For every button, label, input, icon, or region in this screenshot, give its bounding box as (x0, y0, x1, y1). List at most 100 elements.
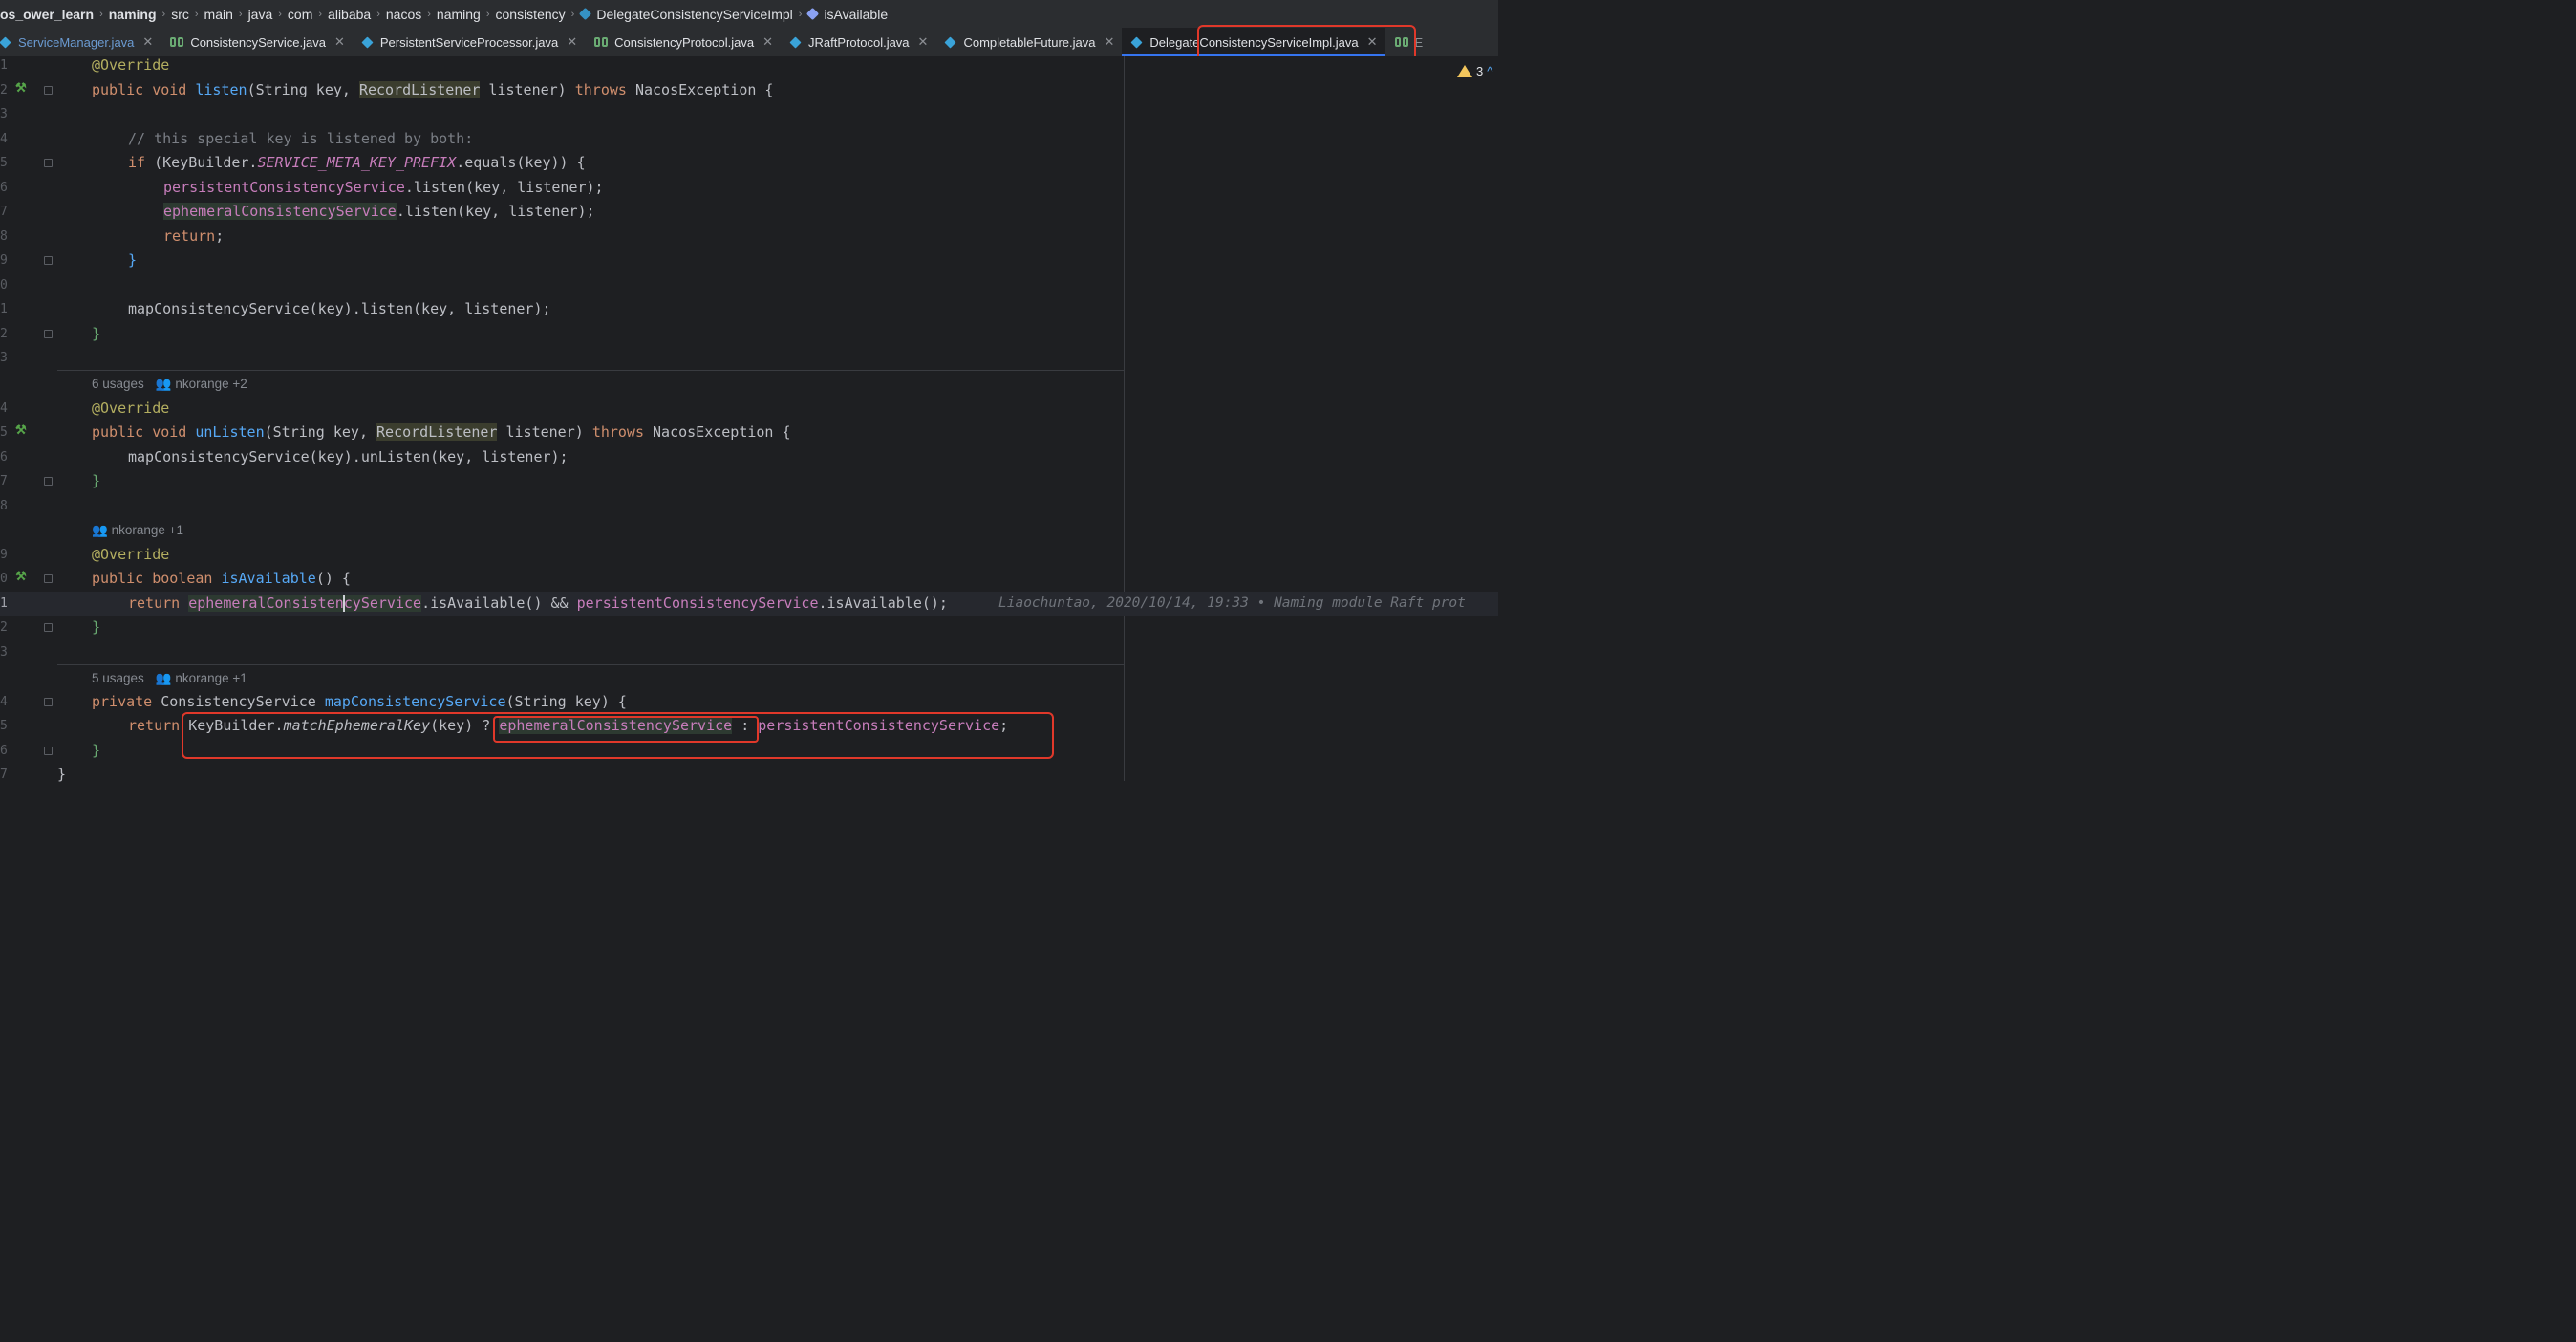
type-name: RecordListener (376, 423, 498, 441)
line-number: 7 (0, 768, 8, 782)
code-line: 6 mapConsistencyService(key).unListen(ke… (0, 445, 1498, 470)
line-number: 6 (0, 180, 8, 195)
code-vision-row: 6 usages 👥 nkorange +2 (0, 372, 1498, 397)
usages-link[interactable]: 5 usages (92, 671, 144, 685)
field: persistentConsistencyService (163, 178, 405, 196)
fold-icon[interactable] (44, 256, 53, 265)
keyword: public (92, 570, 144, 587)
breadcrumb-nacos[interactable]: nacos (386, 7, 421, 22)
interface-icon (594, 37, 609, 47)
code-line: 1 mapConsistencyService(key).listen(key,… (0, 297, 1498, 322)
code-vision-row: 👥 nkorange +1 (0, 518, 1498, 543)
type-name: NacosException { (644, 423, 791, 441)
code-text: if (KeyBuilder.SERVICE_META_KEY_PREFIX.e… (128, 151, 586, 176)
line-number: 0 (0, 277, 8, 292)
code-vision[interactable]: 6 usages 👥 nkorange +2 (92, 372, 247, 397)
code-line: 3 (0, 102, 1498, 127)
people-icon: 👥 (155, 377, 172, 391)
keyword: return (128, 717, 181, 734)
tab-consistency-service[interactable]: ConsistencyService.java ✕ (161, 28, 353, 56)
line-number: 3 (0, 351, 8, 365)
breadcrumb-method[interactable]: isAvailable (806, 7, 888, 22)
breadcrumb-naming[interactable]: naming (437, 7, 481, 22)
fold-icon[interactable] (44, 623, 53, 632)
authors-link[interactable]: 👥 nkorange +1 (92, 523, 183, 537)
brace: } (92, 472, 101, 489)
authors-link[interactable]: 👥 nkorange +2 (156, 377, 247, 391)
field-highlighted: ephemeralConsistencyService (188, 594, 422, 612)
git-blame-inlay[interactable]: Liaochuntao, 2020/10/14, 19:33 • Naming … (998, 592, 1466, 617)
breadcrumb-com[interactable]: com (288, 7, 312, 22)
keyword: private (92, 692, 153, 710)
code-text: // this special key is listened by both: (128, 127, 473, 152)
override-icon[interactable]: ⚒ (15, 569, 27, 584)
annotation: @Override (92, 56, 170, 74)
fold-icon[interactable] (44, 746, 53, 755)
fold-icon[interactable] (44, 477, 53, 486)
authors-label: nkorange +2 (175, 377, 247, 391)
override-icon[interactable]: ⚒ (15, 80, 27, 96)
line-number: 8 (0, 228, 8, 244)
close-icon[interactable]: ✕ (142, 34, 153, 50)
line-number: 6 (0, 449, 8, 465)
tab-service-manager[interactable]: ServiceManager.java ✕ (0, 28, 161, 56)
tab-consistency-protocol[interactable]: ConsistencyProtocol.java ✕ (585, 28, 781, 56)
code-vision[interactable]: 5 usages 👥 nkorange +1 (92, 666, 247, 691)
breadcrumb-project[interactable]: os_ower_learn (0, 7, 94, 22)
code-line: 5 if (KeyBuilder.SERVICE_META_KEY_PREFIX… (0, 151, 1498, 176)
line-number: 9 (0, 253, 8, 268)
close-icon[interactable]: ✕ (1104, 34, 1114, 50)
fold-icon[interactable] (44, 574, 53, 583)
field: ephemeralConsistencyService (163, 203, 397, 220)
tab-completable-future[interactable]: CompletableFuture.java ✕ (935, 28, 1122, 56)
method-icon (806, 7, 820, 21)
close-icon[interactable]: ✕ (918, 34, 929, 50)
breadcrumb-consistency[interactable]: consistency (496, 7, 566, 22)
fold-icon[interactable] (44, 329, 53, 338)
breadcrumb-main[interactable]: main (204, 7, 233, 22)
line-number: 1 (0, 595, 8, 611)
method-separator (57, 370, 1124, 371)
close-icon[interactable]: ✕ (762, 34, 773, 50)
authors-label: nkorange +1 (175, 670, 247, 685)
breadcrumb-module[interactable]: naming (109, 7, 157, 22)
breadcrumb-alibaba[interactable]: alibaba (328, 7, 371, 22)
breadcrumb-src[interactable]: src (171, 7, 189, 22)
tab-jraft-protocol[interactable]: JRaftProtocol.java ✕ (781, 28, 935, 56)
field: persistentConsistencyService (576, 594, 819, 612)
keyword: public (92, 80, 144, 98)
type-name: RecordListener (358, 80, 481, 98)
brace: } (92, 324, 101, 342)
code-line: 7 } (0, 469, 1498, 494)
close-icon[interactable]: ✕ (334, 34, 345, 50)
method-name: unListen (195, 423, 265, 441)
fold-icon[interactable] (44, 697, 53, 706)
breadcrumb-class[interactable]: DelegateConsistencyServiceImpl (579, 7, 793, 22)
expression: .isAvailable(); (818, 594, 948, 612)
fold-icon[interactable] (44, 159, 53, 167)
code-text: return; (163, 225, 224, 249)
override-icon[interactable]: ⚒ (15, 422, 27, 438)
usages-link[interactable]: 6 usages (92, 377, 144, 391)
code-text: mapConsistencyService(key).listen(key, l… (128, 300, 551, 317)
fold-icon[interactable] (44, 85, 53, 95)
class-icon (361, 35, 374, 49)
expression: (KeyBuilder. (145, 154, 258, 171)
tab-label: JRaftProtocol.java (808, 34, 910, 50)
code-line: 7 } (0, 763, 1498, 788)
code-editor[interactable]: 3 ^ 1 @Override 2 ⚒ public void listen(St… (0, 56, 1498, 783)
authors-link[interactable]: 👥 nkorange +1 (156, 671, 247, 685)
tab-persistent-service-processor[interactable]: PersistentServiceProcessor.java ✕ (353, 28, 585, 56)
code-text: public void listen(String key, RecordLis… (92, 78, 773, 103)
close-icon[interactable]: ✕ (567, 34, 577, 50)
code-line: 7 ephemeralConsistencyService.listen(key… (0, 200, 1498, 225)
code-line: 8 (0, 494, 1498, 519)
code-vision[interactable]: 👥 nkorange +1 (92, 518, 183, 543)
keyword: void (152, 423, 187, 441)
line-number: 4 (0, 131, 8, 146)
class-icon (1130, 35, 1143, 49)
code-line: 2 ⚒ public void listen(String key, Recor… (0, 78, 1498, 103)
breadcrumb-java[interactable]: java (248, 7, 273, 22)
code-line: 2 } (0, 322, 1498, 347)
params: (String key, (264, 423, 377, 441)
